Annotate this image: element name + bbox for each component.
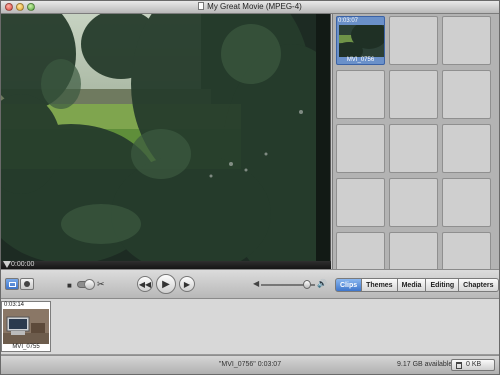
- camera-icon: ■: [67, 281, 72, 290]
- tab-clips[interactable]: Clips: [335, 278, 363, 292]
- empty-clip-cell[interactable]: [442, 16, 491, 65]
- play-fullscreen-button[interactable]: ▶: [179, 276, 195, 292]
- play-icon: ▶: [162, 278, 170, 290]
- clip-thumbnail: [339, 25, 384, 57]
- empty-clip-cell[interactable]: [442, 124, 491, 173]
- mode-switch-thumb[interactable]: [84, 279, 95, 290]
- imovie-window: My Great Movie (MPEG-4) 0:00:00 0:03:07 …: [0, 0, 500, 375]
- video-frame: [1, 14, 330, 261]
- tab-media[interactable]: Media: [397, 278, 427, 292]
- clips-pane: 0:03:07 MVI_0756: [332, 14, 499, 269]
- empty-clip-cell[interactable]: [442, 178, 491, 227]
- video-viewer[interactable]: [1, 14, 331, 261]
- empty-clip-cell[interactable]: [336, 70, 385, 119]
- window-title: My Great Movie (MPEG-4): [1, 2, 499, 11]
- speaker-low-icon: ◀: [253, 279, 260, 288]
- clock-icon: [24, 281, 30, 287]
- timeline-clip[interactable]: 0:03:14 MVI_0755: [1, 301, 51, 352]
- volume-slider[interactable]: ◀ 🔊: [253, 279, 329, 291]
- empty-clip-cell[interactable]: [336, 178, 385, 227]
- fullscreen-play-icon: ▶: [183, 279, 191, 289]
- empty-clip-cell[interactable]: [389, 124, 438, 173]
- tab-chapters[interactable]: Chapters: [459, 278, 499, 292]
- empty-clip-cell[interactable]: [336, 124, 385, 173]
- timeline-clip-thumbnail: [3, 309, 49, 344]
- clip-cell[interactable]: 0:03:07 MVI_0756: [336, 16, 385, 65]
- empty-clip-cell[interactable]: [389, 16, 438, 65]
- empty-clip-cell[interactable]: [442, 232, 491, 269]
- empty-clip-cell[interactable]: [442, 70, 491, 119]
- rewind-button[interactable]: ◀◀: [137, 276, 153, 292]
- timeline-clip-duration: 0:03:14: [4, 302, 25, 308]
- timeline-clip-name: MVI_0755: [12, 344, 40, 350]
- speaker-high-icon: 🔊: [317, 279, 327, 288]
- playhead-scrubber[interactable]: 0:00:00: [1, 261, 331, 269]
- pane-tabs: Clips Themes Media Editing Chapters: [335, 278, 499, 292]
- scissors-icon: ✂: [97, 279, 105, 289]
- trash-icon: [456, 362, 462, 369]
- empty-clip-cell[interactable]: [389, 178, 438, 227]
- clip-duration: 0:03:07: [338, 18, 359, 24]
- free-space-label: 9.17 GB available: [397, 361, 453, 368]
- title-bar: My Great Movie (MPEG-4): [1, 1, 499, 14]
- clip-name: MVI_0756: [346, 57, 375, 63]
- rewind-icon: ◀◀: [138, 279, 152, 289]
- trash-button[interactable]: 0 KB: [451, 359, 495, 371]
- empty-clip-cell[interactable]: [336, 232, 385, 269]
- empty-clip-cell[interactable]: [389, 232, 438, 269]
- current-timecode: 0:00:00: [11, 261, 35, 268]
- film-strip-icon: [8, 281, 16, 287]
- control-toolbar: ■ ✂ ◀◀ ▶ ▶ ◀ 🔊 Clips Themes Media Editin…: [1, 269, 499, 299]
- tab-themes[interactable]: Themes: [362, 278, 398, 292]
- clip-viewer-timeline[interactable]: 0:03:14 MVI_0755: [1, 299, 499, 355]
- empty-clip-cell[interactable]: [389, 70, 438, 119]
- timeline-view-button[interactable]: [5, 278, 19, 290]
- document-icon: [198, 2, 205, 10]
- tab-editing[interactable]: Editing: [426, 278, 460, 292]
- clip-view-button[interactable]: [20, 278, 34, 290]
- trash-size: 0 KB: [466, 361, 482, 368]
- camera-edit-switch[interactable]: ■ ✂: [67, 279, 105, 290]
- volume-knob[interactable]: [303, 280, 312, 289]
- status-bar: "MVI_0756" 0:03:07 9.17 GB available 0 K…: [1, 355, 499, 374]
- play-button[interactable]: ▶: [156, 274, 176, 294]
- playhead-handle[interactable]: [3, 261, 11, 268]
